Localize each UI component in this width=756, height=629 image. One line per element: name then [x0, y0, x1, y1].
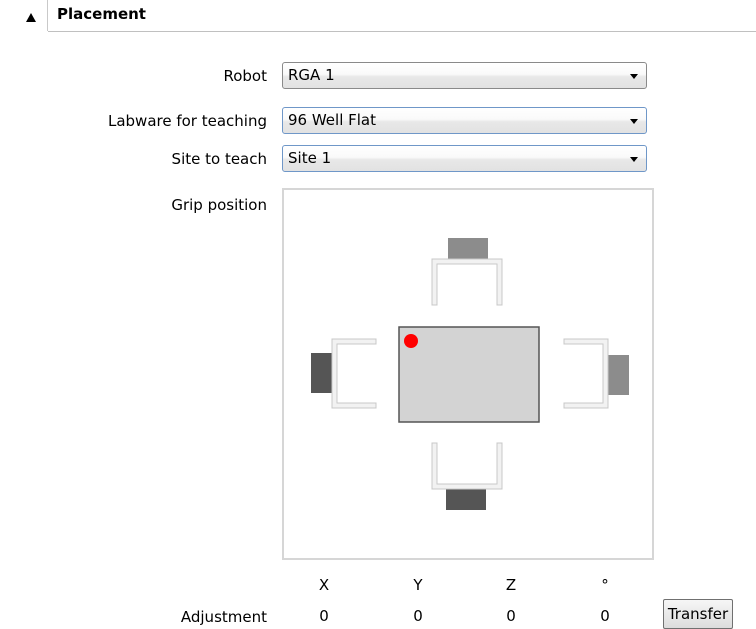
- gripper-top-pad[interactable]: [448, 238, 488, 259]
- dropdown-arrow-icon[interactable]: [630, 74, 638, 79]
- transfer-button[interactable]: Transfer: [663, 599, 733, 629]
- adjustment-header-degrees: °: [601, 576, 609, 594]
- collapse-toggle[interactable]: [10, 0, 48, 31]
- grip-left-option[interactable]: [311, 338, 377, 409]
- robot-select-value: RGA 1: [288, 66, 335, 84]
- grip-right-option[interactable]: [563, 338, 629, 409]
- grip-top-option[interactable]: [431, 238, 503, 306]
- site-select[interactable]: Site 1: [282, 145, 647, 172]
- site-select-value: Site 1: [288, 149, 332, 167]
- robot-label: Robot: [223, 67, 267, 85]
- section-title: Placement: [57, 5, 146, 23]
- a1-corner-marker: [404, 334, 418, 348]
- gripper-bottom-frame[interactable]: [431, 442, 503, 490]
- grip-position-selector: [282, 188, 654, 560]
- robot-select[interactable]: RGA 1: [282, 62, 647, 89]
- adjustment-label: Adjustment: [180, 608, 267, 626]
- gripper-right-frame[interactable]: [563, 338, 609, 409]
- labware-select-value: 96 Well Flat: [288, 111, 377, 129]
- site-label: Site to teach: [171, 150, 267, 168]
- adjustment-degrees-value[interactable]: 0: [590, 607, 620, 625]
- grip-position-label: Grip position: [171, 196, 267, 214]
- gripper-bottom-pad[interactable]: [446, 489, 486, 510]
- labware-select[interactable]: 96 Well Flat: [282, 107, 647, 134]
- triangle-up-icon[interactable]: [26, 13, 36, 22]
- adjustment-x-value[interactable]: 0: [309, 607, 339, 625]
- dropdown-arrow-icon[interactable]: [630, 157, 638, 162]
- adjustment-y-value[interactable]: 0: [403, 607, 433, 625]
- adjustment-header-y: Y: [413, 576, 423, 594]
- gripper-left-pad[interactable]: [311, 353, 332, 393]
- labware-label: Labware for teaching: [107, 112, 267, 130]
- gripper-right-pad[interactable]: [608, 355, 629, 395]
- grip-bottom-option[interactable]: [431, 442, 503, 510]
- labware-plate: [398, 326, 540, 423]
- adjustment-z-value[interactable]: 0: [496, 607, 526, 625]
- dropdown-arrow-icon[interactable]: [630, 119, 638, 124]
- gripper-top-frame[interactable]: [431, 258, 503, 306]
- adjustment-header-z: Z: [505, 576, 517, 594]
- gripper-left-frame[interactable]: [331, 338, 377, 409]
- header-divider: [48, 31, 756, 32]
- grip-diagram: [311, 238, 629, 510]
- adjustment-header-x: X: [318, 576, 330, 594]
